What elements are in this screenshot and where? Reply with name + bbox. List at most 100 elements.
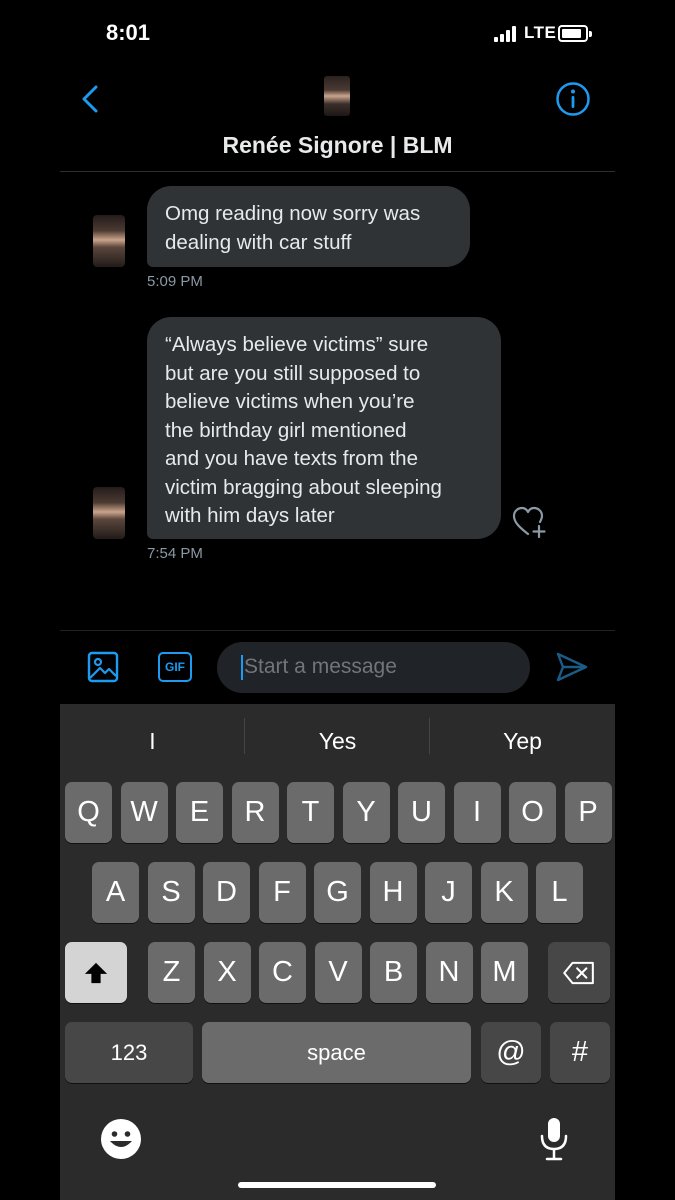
key-l[interactable]: L (536, 862, 583, 923)
delete-icon (563, 961, 594, 985)
message-input-placeholder: Start a message (244, 655, 397, 678)
key-c[interactable]: C (259, 942, 306, 1003)
message-line: victim bragging about sleeping (165, 475, 442, 499)
status-bar: 8:01 LTE (0, 0, 675, 70)
key-label: Z (162, 956, 181, 988)
message-line: the birthday girl mentioned (165, 418, 407, 442)
key-label: Q (77, 796, 100, 828)
key-p[interactable]: P (564, 782, 612, 843)
like-add-icon[interactable] (512, 505, 548, 539)
key-label: G (326, 876, 349, 908)
message-line: “Always believe victims” sure (165, 333, 429, 356)
message-bubble[interactable]: Omg reading now sorry was dealing with c… (147, 186, 470, 267)
key-label: D (216, 876, 237, 908)
suggestion-2[interactable]: Yes (245, 728, 430, 755)
emoji-icon[interactable] (100, 1118, 142, 1160)
signal-icon (494, 26, 520, 42)
header-avatar[interactable] (324, 76, 350, 116)
send-icon[interactable] (555, 651, 589, 683)
space-key[interactable]: space (202, 1022, 471, 1083)
key-label: C (272, 956, 293, 988)
key-label: L (551, 876, 568, 908)
gif-icon[interactable]: GIF (158, 652, 192, 682)
message-line: Omg reading now sorry was (165, 202, 421, 225)
suggestion-3[interactable]: Yep (430, 728, 615, 755)
key-label: S (161, 876, 181, 908)
key-label: R (244, 796, 266, 828)
key-f[interactable]: F (258, 862, 306, 923)
key-n[interactable]: N (425, 942, 473, 1003)
key-b[interactable]: B (370, 942, 417, 1003)
key-q[interactable]: Q (65, 782, 112, 843)
key-j[interactable]: J (425, 862, 472, 923)
key-d[interactable]: D (203, 862, 250, 923)
key-label: H (382, 876, 404, 908)
back-icon[interactable] (76, 84, 106, 114)
network-label: LTE (524, 23, 557, 42)
key-label: V (328, 956, 348, 988)
key-a[interactable]: A (92, 862, 139, 923)
shift-key[interactable] (65, 942, 127, 1003)
key-o[interactable]: O (509, 782, 556, 843)
conversation-header: Renée Signore | BLM (60, 70, 615, 172)
key-z[interactable]: Z (148, 942, 195, 1003)
avatar[interactable] (93, 487, 125, 539)
key-u[interactable]: U (398, 782, 445, 843)
numbers-key[interactable]: 123 (65, 1022, 193, 1083)
message-line: dealing with car stuff (165, 230, 352, 254)
home-indicator (238, 1182, 436, 1188)
mic-icon[interactable] (539, 1116, 569, 1162)
message-line: believe victims when you’re (165, 390, 415, 413)
message-timestamp: 5:09 PM (147, 273, 203, 290)
at-key[interactable]: @ (481, 1022, 541, 1083)
key-label: Y (356, 796, 376, 828)
key-r[interactable]: R (231, 782, 279, 843)
message-line: and you have texts from the (165, 447, 418, 470)
status-time: 8:01 (106, 20, 151, 45)
message-line: with him days later (165, 504, 335, 527)
key-label: F (273, 876, 291, 908)
info-icon[interactable] (555, 81, 591, 117)
key-m[interactable]: M (481, 942, 528, 1003)
at-key-label: @ (496, 1036, 526, 1068)
compose-bar: GIF Start a message (60, 630, 615, 704)
shift-icon (84, 962, 108, 984)
hash-key-label: # (571, 1036, 589, 1068)
media-icon[interactable] (87, 651, 119, 683)
key-s[interactable]: S (147, 862, 195, 923)
hash-key[interactable]: # (550, 1022, 610, 1083)
key-label: A (105, 876, 126, 908)
key-label: O (521, 796, 544, 828)
key-w[interactable]: W (120, 782, 168, 843)
key-label: B (383, 956, 404, 988)
message-timestamp: 7:54 PM (147, 545, 203, 562)
space-key-label: space (307, 1040, 366, 1065)
message-bubble[interactable]: “Always believe victims” sure but are yo… (147, 317, 501, 539)
key-h[interactable]: H (369, 862, 417, 923)
message-line: but are you still supposed to (165, 361, 421, 385)
key-e[interactable]: E (176, 782, 223, 843)
conversation-title[interactable]: Renée Signore | BLM (60, 132, 615, 159)
battery-icon (558, 25, 592, 42)
key-g[interactable]: G (314, 862, 361, 923)
key-label: W (130, 796, 158, 828)
delete-key[interactable] (548, 942, 610, 1003)
key-label: E (189, 796, 210, 828)
numbers-key-label: 123 (110, 1040, 148, 1065)
key-x[interactable]: X (203, 942, 251, 1003)
suggestion-1[interactable]: I (60, 728, 245, 755)
key-label: T (301, 796, 320, 828)
key-y[interactable]: Y (342, 782, 390, 843)
key-label: U (411, 796, 432, 828)
key-label: P (578, 796, 598, 828)
message-input[interactable]: Start a message (217, 642, 530, 693)
avatar[interactable] (93, 215, 125, 267)
key-label: I (472, 796, 482, 828)
key-v[interactable]: V (314, 942, 362, 1003)
keyboard: I Yes Yep QWE R T Y U I O P A S D F G H J K L Z X C V B NM 1… (60, 704, 615, 1200)
key-label: K (494, 876, 514, 908)
key-label: M (492, 956, 517, 988)
key-k[interactable]: K (480, 862, 528, 923)
key-t[interactable]: T (287, 782, 334, 843)
key-i[interactable]: I (453, 782, 501, 843)
